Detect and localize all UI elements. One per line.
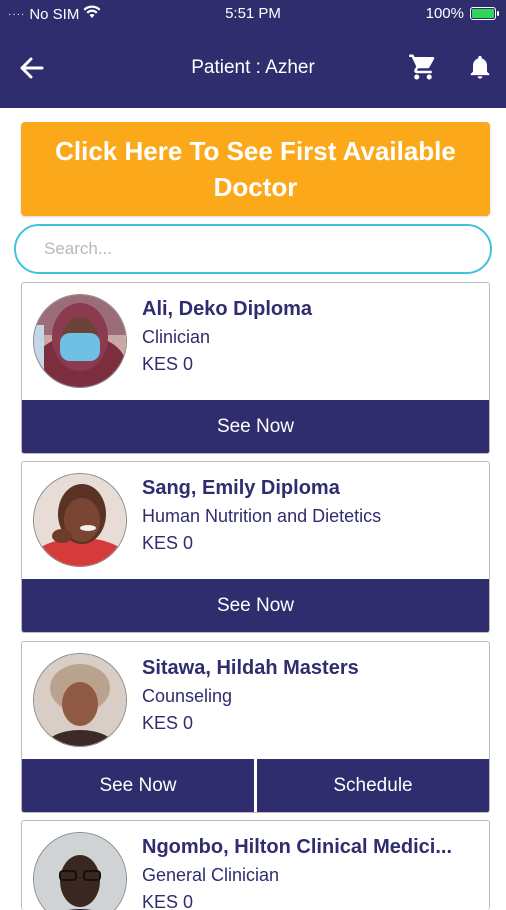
doctor-specialty: Clinician bbox=[142, 327, 211, 347]
notifications-button[interactable] bbox=[463, 50, 497, 84]
schedule-button[interactable]: Schedule bbox=[254, 759, 489, 812]
doctor-specialty: Counseling bbox=[142, 686, 233, 706]
doctor-name: Sang, Emily Diploma bbox=[142, 477, 340, 499]
doctor-avatar bbox=[33, 653, 127, 747]
doctor-name: Sitawa, Hildah Masters bbox=[142, 657, 359, 679]
doctor-card: Ali, Deko Diploma Clinician KES 0 See No… bbox=[21, 282, 490, 454]
battery-icon bbox=[470, 7, 499, 20]
doctor-card: Sang, Emily Diploma Human Nutrition and … bbox=[21, 461, 490, 633]
cart-icon bbox=[409, 54, 435, 80]
doctor-card: Ngombo, Hilton Clinical Medici... Genera… bbox=[21, 820, 490, 910]
doctor-avatar bbox=[33, 832, 127, 910]
doctor-info: Ali, Deko Diploma Clinician KES 0 bbox=[142, 297, 479, 375]
doctor-price: KES 0 bbox=[142, 892, 194, 910]
doctor-actions: See Now Schedule bbox=[22, 759, 489, 812]
doctor-price: KES 0 bbox=[142, 533, 194, 553]
doctor-actions: See Now bbox=[22, 579, 489, 632]
doctor-specialty: Human Nutrition and Dietetics bbox=[142, 506, 382, 526]
doctor-name: Ngombo, Hilton Clinical Medici... bbox=[142, 836, 453, 858]
doctor-avatar bbox=[33, 473, 127, 567]
doctor-info: Ngombo, Hilton Clinical Medici... Genera… bbox=[142, 835, 479, 910]
app-header: ···· No SIM 5:51 PM 100% Patient : Azher bbox=[0, 0, 506, 108]
doctor-card: Sitawa, Hildah Masters Counseling KES 0 … bbox=[21, 641, 490, 813]
doctor-specialty: General Clinician bbox=[142, 865, 280, 885]
doctor-avatar bbox=[33, 294, 127, 388]
status-right: 100% bbox=[425, 5, 499, 22]
see-now-button[interactable]: See Now bbox=[22, 400, 489, 453]
first-available-doctor-button[interactable]: Click Here To See First Available Doctor bbox=[21, 122, 490, 216]
search-input[interactable] bbox=[14, 224, 492, 274]
bell-icon bbox=[470, 55, 490, 79]
doctor-name: Ali, Deko Diploma bbox=[142, 298, 313, 320]
battery-percent: 100% bbox=[425, 5, 464, 22]
cart-button[interactable] bbox=[406, 50, 440, 84]
see-now-button[interactable]: See Now bbox=[22, 759, 254, 812]
doctor-price: KES 0 bbox=[142, 713, 194, 733]
doctor-info: Sang, Emily Diploma Human Nutrition and … bbox=[142, 476, 479, 554]
doctor-price: KES 0 bbox=[142, 354, 194, 374]
status-bar: ···· No SIM 5:51 PM 100% bbox=[0, 0, 506, 28]
see-now-button[interactable]: See Now bbox=[22, 579, 489, 632]
doctor-actions: See Now bbox=[22, 400, 489, 453]
doctor-info: Sitawa, Hildah Masters Counseling KES 0 bbox=[142, 656, 479, 734]
